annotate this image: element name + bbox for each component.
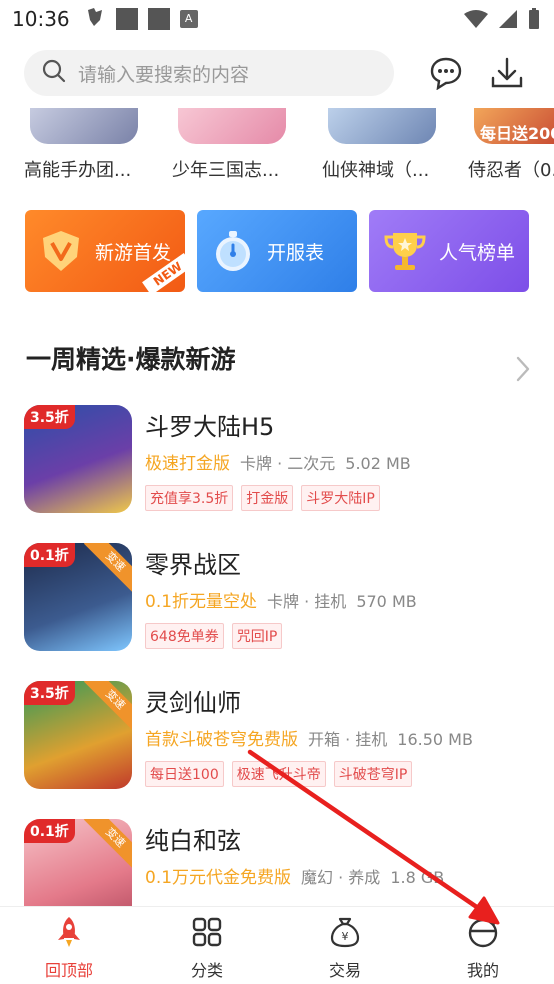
game-version: 首款斗破苍穹免费版 [145, 730, 298, 750]
game-category: 卡牌 · 挂机 [267, 592, 347, 611]
game-tag: 极速飞升斗帝 [231, 761, 326, 787]
new-games-label: 新游首发 [95, 241, 172, 264]
discount-badge: 3.5折 [24, 405, 75, 429]
discount-badge: 0.1折 [24, 543, 75, 567]
game-tag: 648免单券 [145, 623, 224, 649]
game-title: 灵剑仙师 [145, 689, 241, 717]
nav-back-to-top[interactable]: 回顶部 [24, 915, 114, 981]
game-thumbnail [328, 108, 436, 144]
game-list-item[interactable]: 0.1折 变速 零界战区 0.1折无量空处 卡牌 · 挂机 570 MB 648免单… [24, 543, 534, 655]
nav-category[interactable]: 分类 [162, 915, 252, 981]
game-size: 1.8 GB [390, 868, 445, 887]
game-title: 斗罗大陆H5 [145, 413, 275, 441]
message-icon[interactable] [429, 56, 465, 92]
game-tag: 斗破苍穹IP [333, 761, 413, 787]
game-category: 开箱 · 挂机 [308, 730, 388, 749]
speed-corner-badge: 变速 [83, 543, 132, 594]
search-header: 请输入要搜索的内容 [0, 44, 554, 106]
game-tags: 每日送100 极速飞升斗帝 斗破苍穹IP [145, 761, 413, 787]
game-meta: 极速打金版 卡牌 · 二次元 5.02 MB [145, 449, 411, 474]
game-icon: 3.5折 变速 [24, 681, 132, 789]
stopwatch-icon [209, 227, 257, 275]
game-category: 卡牌 · 二次元 [240, 454, 336, 473]
signal-icon [498, 9, 518, 33]
status-time: 10:36 [12, 7, 70, 31]
app-notification-icon [115, 8, 138, 30]
speed-corner-badge: 变速 [83, 819, 132, 870]
new-games-button[interactable]: 新游首发 NEW [25, 210, 185, 292]
search-icon [42, 59, 66, 87]
nav-label: 我的 [466, 961, 499, 980]
game-tags: 648免单券 咒回IP [145, 623, 283, 649]
svg-text:¥: ¥ [342, 930, 349, 943]
nav-label: 交易 [328, 961, 361, 980]
game-thumbnail [178, 108, 286, 144]
game-tags: 充值享3.5折 打金版 斗罗大陆IP [145, 485, 380, 511]
wifi-icon [464, 9, 488, 33]
game-icon: 3.5折 [24, 405, 132, 513]
shield-badge-icon [37, 227, 85, 275]
search-input[interactable]: 请输入要搜索的内容 [24, 50, 394, 96]
bottom-navigation: 回顶部 分类 ¥ 交易 我的 [0, 906, 554, 984]
server-schedule-button[interactable]: 开服表 [197, 210, 357, 292]
section-title: 一周精选·爆款新游 [22, 340, 236, 376]
download-icon[interactable] [490, 56, 526, 92]
recent-game-name: 仙侠神域（... [322, 160, 430, 181]
game-size: 5.02 MB [345, 454, 411, 473]
game-title: 纯白和弦 [145, 827, 241, 855]
game-tag: 咒回IP [231, 623, 283, 649]
game-list-item[interactable]: 3.5折 变速 灵剑仙师 首款斗破苍穹免费版 开箱 · 挂机 16.50 MB 每日… [24, 681, 534, 793]
chevron-right-icon[interactable] [516, 356, 530, 386]
game-version: 0.1万元代金免费版 [145, 868, 292, 888]
game-banner-label: 每日送200 [480, 124, 554, 143]
game-tag: 每日送100 [145, 761, 224, 787]
recent-game-name: 侍忍者（0. [468, 160, 554, 181]
status-bar: 10:36 A [0, 0, 554, 38]
game-tag: 打金版 [241, 485, 294, 511]
profile-icon [466, 915, 500, 949]
game-icon: 0.1折 变速 [24, 543, 132, 651]
discount-badge: 3.5折 [24, 681, 75, 705]
money-bag-icon: ¥ [328, 915, 362, 949]
grid-icon [190, 915, 224, 949]
recent-game-name: 高能手办团... [24, 160, 132, 181]
search-placeholder: 请输入要搜索的内容 [78, 63, 250, 86]
game-size: 16.50 MB [397, 730, 473, 749]
rocket-icon [52, 915, 86, 949]
game-thumbnail: 每日送200 [474, 108, 554, 144]
game-meta: 首款斗破苍穹免费版 开箱 · 挂机 16.50 MB [145, 725, 473, 750]
recent-game-item[interactable]: 少年三国志... [172, 108, 292, 182]
recent-game-item[interactable]: 高能手办团... [24, 108, 144, 182]
recent-games-row: 高能手办团... 少年三国志... 仙侠神域（... 每日送200 侍忍者（0. [0, 108, 554, 188]
game-thumbnail [30, 108, 138, 144]
server-schedule-label: 开服表 [267, 241, 325, 264]
game-tag: 斗罗大陆IP [301, 485, 380, 511]
game-category: 魔幻 · 养成 [301, 868, 381, 887]
trophy-icon [381, 227, 429, 275]
game-size: 570 MB [356, 592, 417, 611]
recent-game-item[interactable]: 仙侠神域（... [322, 108, 442, 182]
game-list-item[interactable]: 3.5折 斗罗大陆H5 极速打金版 卡牌 · 二次元 5.02 MB 充值享3.5折… [24, 405, 534, 517]
game-tag: 充值享3.5折 [145, 485, 234, 511]
discount-badge: 0.1折 [24, 819, 75, 843]
nav-label: 回顶部 [44, 961, 93, 980]
game-meta: 0.1折无量空处 卡牌 · 挂机 570 MB [145, 587, 417, 612]
game-title: 零界战区 [145, 551, 241, 579]
game-version: 极速打金版 [145, 454, 230, 474]
popular-ranking-button[interactable]: 人气榜单 [369, 210, 529, 292]
recent-game-item[interactable]: 每日送200 侍忍者（0. [468, 108, 554, 182]
speed-corner-badge: 变速 [83, 681, 132, 732]
app-notification-icon-2 [147, 8, 170, 30]
a-letter-icon: A [179, 10, 198, 28]
popular-ranking-label: 人气榜单 [439, 241, 516, 264]
game-meta: 0.1万元代金免费版 魔幻 · 养成 1.8 GB [145, 863, 444, 888]
nav-trade[interactable]: ¥ 交易 [300, 915, 390, 981]
notification-icon [84, 6, 106, 32]
battery-icon [528, 8, 540, 34]
nav-label: 分类 [190, 961, 223, 980]
recent-game-name: 少年三国志... [172, 160, 280, 181]
nav-profile[interactable]: 我的 [438, 915, 528, 981]
game-version: 0.1折无量空处 [145, 592, 258, 612]
